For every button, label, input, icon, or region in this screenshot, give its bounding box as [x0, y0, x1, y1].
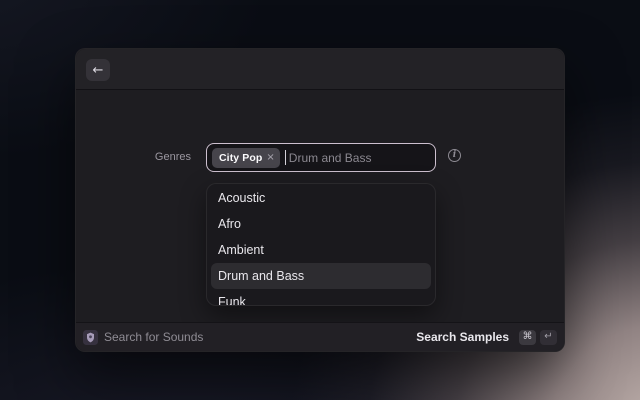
genre-query-text: Drum and Bass	[289, 151, 372, 165]
genre-tag: City Pop ×	[212, 148, 280, 168]
genre-tag-label: City Pop	[219, 152, 262, 164]
sounds-logo-icon	[83, 330, 98, 345]
genre-dropdown: AcousticAfroAmbientDrum and BassFunk	[206, 183, 436, 306]
search-samples-button[interactable]: Search Samples	[416, 330, 509, 344]
genres-label: Genres	[76, 143, 191, 172]
footer-right: Search Samples ⌘ ↵	[416, 330, 557, 345]
dropdown-option-acoustic[interactable]: Acoustic	[207, 185, 435, 211]
app-background: ← Genres City Pop × Drum and Bass i Acou…	[0, 0, 640, 400]
dropdown-option-funk[interactable]: Funk	[207, 289, 435, 306]
text-caret	[285, 150, 286, 165]
footer-left: Search for Sounds	[83, 330, 416, 345]
modal-body: Genres City Pop × Drum and Bass i Acoust…	[76, 91, 564, 323]
remove-tag-icon[interactable]: ×	[266, 153, 274, 163]
search-for-sounds-label: Search for Sounds	[104, 330, 203, 344]
back-arrow-icon: ←	[93, 64, 104, 77]
dropdown-option-afro[interactable]: Afro	[207, 211, 435, 237]
search-modal: ← Genres City Pop × Drum and Bass i Acou…	[75, 48, 565, 352]
genre-search-input[interactable]: City Pop × Drum and Bass	[206, 143, 436, 172]
info-icon[interactable]: i	[448, 149, 461, 162]
command-key-icon: ⌘	[519, 330, 536, 345]
modal-footer: Search for Sounds Search Samples ⌘ ↵	[76, 322, 564, 351]
back-button[interactable]: ←	[86, 59, 110, 81]
modal-header: ←	[76, 49, 564, 90]
dropdown-option-ambient[interactable]: Ambient	[207, 237, 435, 263]
dropdown-option-drum-and-bass[interactable]: Drum and Bass	[211, 263, 431, 289]
enter-key-icon: ↵	[540, 330, 557, 345]
